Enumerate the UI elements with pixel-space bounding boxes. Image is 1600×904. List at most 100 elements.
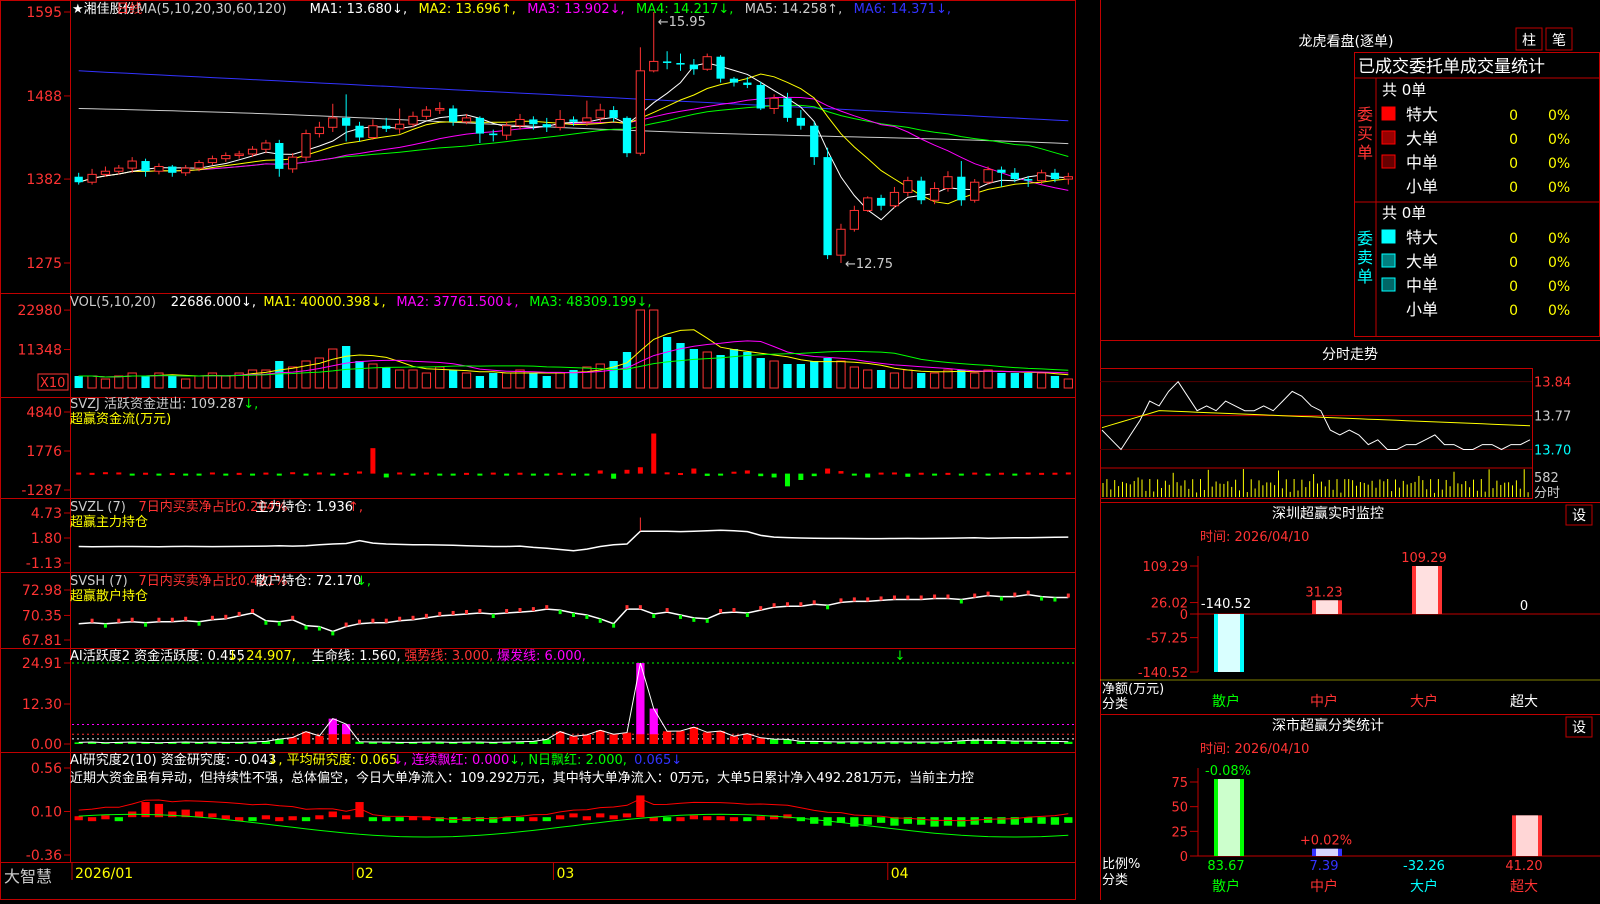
svsh-tick (933, 594, 937, 599)
vol-bar-down (355, 361, 364, 388)
ai-research-bar (930, 817, 939, 827)
ai2-bar-base (676, 734, 685, 744)
sz-stats-cat-label: 分类 (1102, 873, 1128, 888)
sz-monitor-y-label: -57.25 (1146, 632, 1188, 647)
date-label: 2026/01 (75, 866, 133, 882)
ma-header: MA(5,10,20,30,60,120) (136, 2, 286, 17)
vol-bar-down (997, 373, 1006, 388)
svzj-bar (397, 472, 403, 475)
vol-bar-down (957, 370, 966, 388)
longhu-row-name: 中单 (1406, 276, 1438, 295)
longhu-row-name: 特大 (1406, 228, 1438, 247)
vol-bar-up (247, 369, 258, 389)
candle-body-up (863, 197, 873, 211)
ai-research-bar (221, 815, 230, 820)
ai2-v2: 生命线: 1.560, (312, 648, 401, 664)
ma-value: MA2: 13.696↑, (418, 2, 515, 17)
sz-stats-y-label: 0 (1180, 850, 1188, 865)
svzj-bar (410, 473, 416, 476)
price-y-tick: 1275 (26, 256, 62, 272)
svsh-subtitle: 超赢散户持仓 (70, 588, 148, 604)
vol-bar-down (796, 364, 805, 388)
longhu-row-name: 小单 (1406, 177, 1438, 196)
longhu-buy-label: 买 (1357, 124, 1373, 143)
svsh-tick (411, 615, 415, 620)
svzj-bar (223, 473, 229, 476)
low-label: ←12.75 (845, 257, 893, 272)
ai-research-bar (87, 817, 97, 822)
sz-stats-category: 散户 (1212, 878, 1240, 895)
svsh-tick (959, 599, 963, 604)
vol-bar-down (917, 373, 926, 388)
vol-bar-up (702, 351, 712, 389)
sz-monitor-value-label: 31.23 (1305, 585, 1342, 600)
svzj-bar (76, 472, 82, 475)
svsh-tick (291, 615, 295, 620)
svsh-tick (465, 609, 469, 614)
sz-monitor-y-label: 0 (1180, 608, 1188, 623)
longhu-row-count: 0 (1509, 108, 1518, 124)
longhu-row-pct: 0% (1548, 231, 1570, 247)
kline-chart[interactable]: 大智慧 2026/01 02 03 041595148813821275★湘佳股份日线M… (0, 0, 1100, 900)
ai-research-bar (328, 811, 337, 818)
ma-value: MA6: 14.371↓, (854, 2, 951, 17)
sz-monitor-setting: 设 (1572, 508, 1586, 524)
intraday-frame (1100, 368, 1533, 499)
vol-bar-up (863, 369, 873, 389)
ai-research-bar (261, 815, 271, 820)
svzj-bar (985, 473, 991, 476)
vol-bar-up (87, 375, 97, 389)
ai-research-bar (863, 817, 872, 825)
ai2-bar-base (596, 734, 605, 744)
svzj-bar (677, 472, 683, 475)
svsh-tick (197, 621, 201, 626)
sz-monitor-cat-label: 分类 (1102, 697, 1128, 712)
candle-body-down (609, 110, 618, 118)
ai-research-bar (555, 815, 565, 820)
svsh-tick (424, 613, 428, 618)
candle-body-down (729, 78, 739, 83)
ai-research-y-tick: -0.36 (26, 848, 62, 864)
svsh-tick (251, 609, 255, 614)
svzj-bar (437, 473, 443, 476)
svsh-tick (625, 605, 629, 610)
svsh-tick (317, 626, 321, 631)
svsh-tick (986, 591, 990, 596)
svsh-tick (518, 608, 522, 613)
candle-body-up (515, 118, 525, 127)
svsh-tick (344, 622, 348, 627)
ai-research-bar (756, 816, 765, 821)
svzj-bar (624, 469, 630, 474)
candle-body-up (970, 181, 980, 201)
svzj-bar (798, 473, 804, 480)
svsh-tick (1013, 592, 1017, 597)
longhu-row-pct: 0% (1548, 279, 1570, 295)
ai2-bar-base (342, 734, 351, 744)
svzl-header: SVZL (7) (70, 500, 126, 515)
vol-bar-up (929, 372, 940, 389)
candle-body-down (141, 161, 150, 172)
sz-stats-bottom-label: 83.67 (1207, 859, 1244, 874)
svsh-tick (264, 620, 268, 625)
main-chart-area[interactable]: 大智慧 2026/01 02 03 04 1595 1488 1382 1275 ★湘佳股份 日线 M… (0, 0, 1100, 900)
ai-research-bar (542, 817, 551, 822)
svsh-tick (745, 613, 749, 618)
svzj-bar (637, 467, 643, 474)
svzj-bar (825, 468, 831, 474)
svsh-holding: 散户持仓: 72.170 (255, 573, 361, 589)
longhu-swatch (1381, 253, 1396, 268)
svsh-tick (103, 623, 107, 628)
svsh-tick (558, 610, 562, 615)
svsh-tick (692, 617, 696, 622)
vol-value: 22686.000↓, (171, 295, 256, 310)
svzl-y-tick: 1.80 (31, 531, 62, 547)
candle-body-up (261, 142, 271, 150)
ai2-bar-base (689, 734, 699, 744)
ai-research-bar (676, 817, 685, 822)
svsh-tick (224, 614, 228, 619)
svzj-y-tick: 4840 (26, 405, 62, 421)
date-axis-frame (0, 862, 1076, 900)
sz-stats-date: 时间: 2026/04/10 (1200, 742, 1309, 757)
candle-body-up (247, 148, 258, 155)
svsh-tick (277, 621, 281, 626)
